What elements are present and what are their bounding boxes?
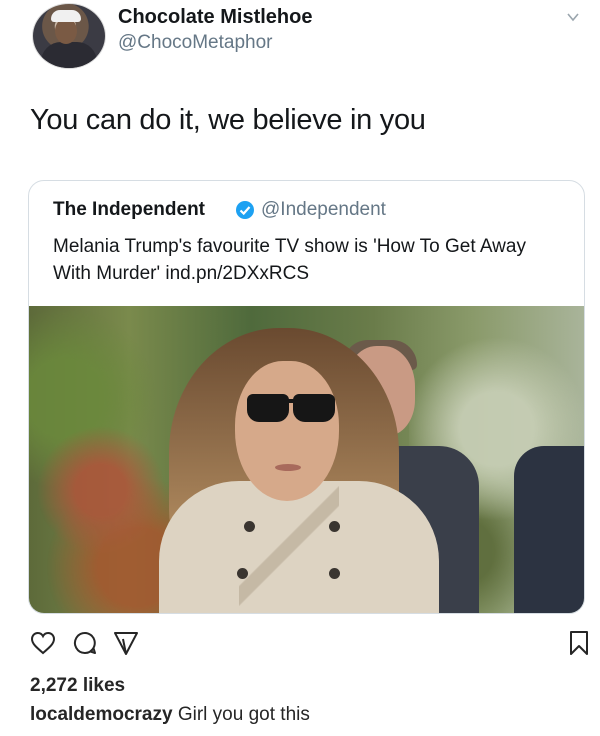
chevron-down-icon[interactable]	[566, 10, 580, 24]
share-icon[interactable]	[113, 630, 139, 656]
bookmark-icon[interactable]	[566, 630, 592, 656]
verified-icon	[236, 201, 254, 219]
avatar[interactable]	[32, 3, 106, 69]
likes-count[interactable]: 2,272 likes	[30, 675, 125, 697]
author-display-name[interactable]: Chocolate Mistlehoe	[118, 6, 312, 29]
comment-icon[interactable]	[72, 630, 98, 656]
quoted-tweet-text: Melania Trump's favourite TV show is 'Ho…	[53, 236, 526, 284]
author-handle[interactable]: @ChocoMetaphor	[118, 32, 272, 54]
action-bar	[0, 622, 600, 662]
tweet-text: You can do it, we believe in you	[30, 104, 426, 136]
caption-username[interactable]: localdemocrazy	[30, 704, 173, 725]
news-photo[interactable]	[29, 306, 584, 613]
quoted-author-name: The Independent	[53, 199, 205, 220]
caption: localdemocrazy Girl you got this	[30, 704, 310, 726]
tweet-header: Chocolate Mistlehoe @ChocoMetaphor	[0, 0, 600, 75]
heart-icon[interactable]	[30, 630, 56, 656]
caption-text: Girl you got this	[177, 704, 310, 725]
quoted-author-handle: @Independent	[261, 199, 386, 220]
quoted-tweet[interactable]: The Independent @Independent Melania Tru…	[28, 180, 585, 614]
